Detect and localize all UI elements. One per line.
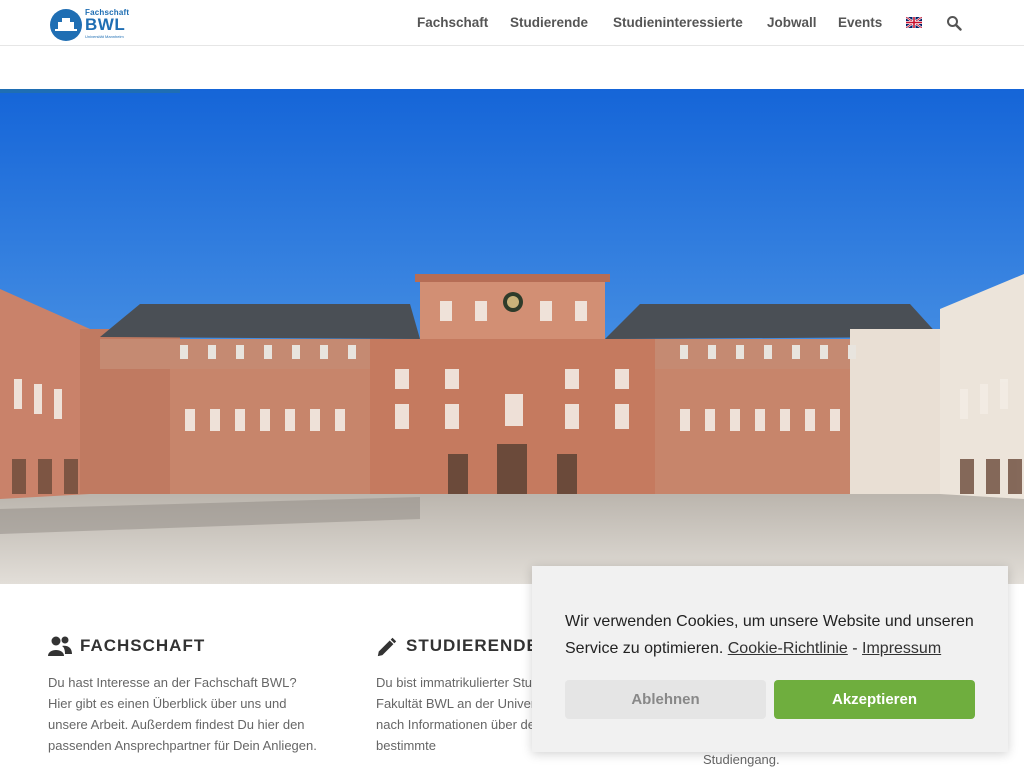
cookie-policy-link[interactable]: Cookie-Richtlinie <box>728 640 848 657</box>
search-icon[interactable] <box>946 15 962 31</box>
nav-studieninteressierte[interactable]: Studieninteressierte <box>613 15 743 30</box>
people-icon <box>48 636 72 656</box>
nav-events[interactable]: Events <box>838 15 882 30</box>
column-text: Du hast Interesse an der Fachschaft BWL?… <box>48 675 317 753</box>
site-logo[interactable]: Fachschaft BWL Universität Mannheim <box>50 8 129 42</box>
cookie-separator: - <box>852 640 858 657</box>
cookie-banner: Wir verwenden Cookies, um unsere Website… <box>532 566 1008 752</box>
column-title: STUDIERENDE <box>406 636 539 655</box>
logo-tiny-text: Universität Mannheim <box>85 34 124 39</box>
site-header: Fachschaft BWL Universität Mannheim Fach… <box>0 0 1024 46</box>
palace-illustration <box>0 89 1024 584</box>
logo-big-text: BWL <box>85 15 126 34</box>
nav-studierende[interactable]: Studierende <box>510 15 588 30</box>
column-text: Studiengang. <box>703 752 780 767</box>
nav-jobwall[interactable]: Jobwall <box>767 15 817 30</box>
deny-cookies-button[interactable]: Ablehnen <box>565 680 766 719</box>
imprint-link[interactable]: Impressum <box>862 640 941 657</box>
hero-image <box>0 89 1024 584</box>
accept-cookies-button[interactable]: Akzeptieren <box>774 680 975 719</box>
logo-mark-icon <box>50 9 82 41</box>
nav-fachschaft[interactable]: Fachschaft <box>417 15 488 30</box>
uk-flag-icon[interactable] <box>906 17 922 28</box>
column-heading: FACHSCHAFT <box>48 634 318 658</box>
column-fachschaft: FACHSCHAFT Du hast Interesse an der Fach… <box>48 634 318 756</box>
pencil-icon <box>377 637 397 657</box>
column-title: FACHSCHAFT <box>80 636 206 655</box>
hero-accent-bar <box>0 89 180 93</box>
cookie-message: Wir verwenden Cookies, um unsere Website… <box>565 608 985 662</box>
